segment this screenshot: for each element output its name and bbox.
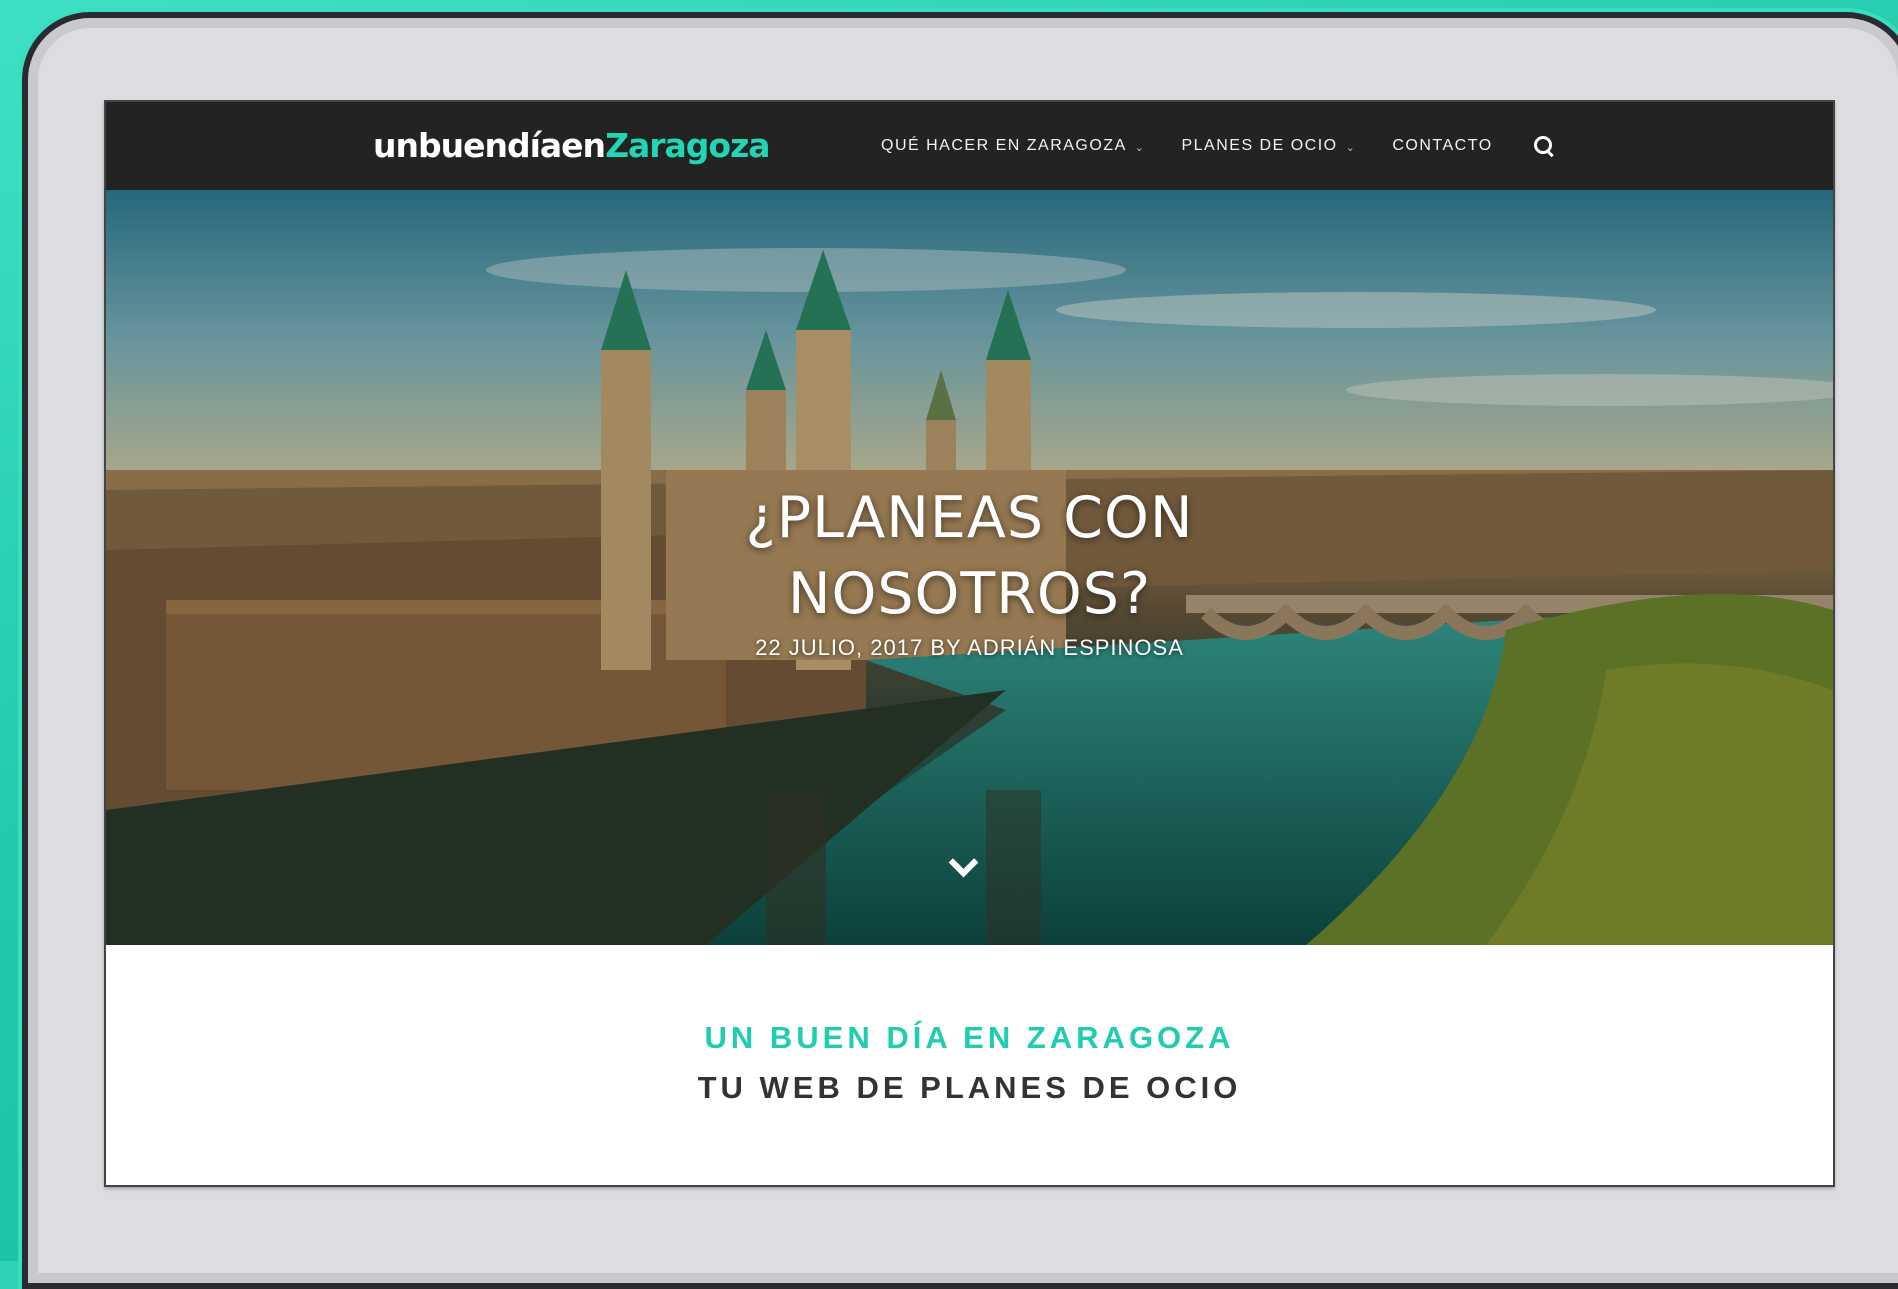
logo-text-primary: unbuendíaen — [373, 126, 606, 165]
chevron-down-icon: ⌄ — [1345, 141, 1357, 154]
site-logo[interactable]: unbuendíaenZaragoza — [373, 124, 771, 168]
nav-item-contacto[interactable]: CONTACTO — [1392, 137, 1492, 155]
browser-screen: unbuendíaenZaragoza QUÉ HACER EN ZARAGOZ… — [104, 100, 1835, 1187]
logo-text-accent: Zaragoza — [605, 126, 771, 165]
nav-item-label: CONTACTO — [1392, 137, 1493, 154]
nav-item-label: PLANES DE OCIO — [1181, 137, 1338, 154]
site-header: unbuendíaenZaragoza QUÉ HACER EN ZARAGOZ… — [106, 102, 1833, 190]
nav-item-que-hacer[interactable]: QUÉ HACER EN ZARAGOZA ⌄ — [881, 137, 1145, 155]
intro-subtitle: TU WEB DE PLANES DE OCIO — [697, 1070, 1242, 1105]
nav-item-planes-de-ocio[interactable]: PLANES DE OCIO ⌄ — [1181, 137, 1356, 155]
hero-banner: ¿PLANEAS CON NOSOTROS? 22 JULIO, 2017 BY… — [106, 190, 1833, 945]
intro-title: UN BUEN DÍA EN ZARAGOZA — [704, 1020, 1235, 1055]
chevron-down-icon: ⌄ — [1134, 141, 1146, 154]
hero-title-line2: NOSOTROS? — [787, 561, 1152, 627]
nav-item-label: QUÉ HACER EN ZARAGOZA — [881, 137, 1127, 154]
chevron-down-icon[interactable] — [948, 847, 979, 880]
main-nav: QUÉ HACER EN ZARAGOZA ⌄ PLANES DE OCIO ⌄… — [881, 102, 1555, 190]
hero-post-meta: 22 JULIO, 2017 BY ADRIÁN ESPINOSA — [755, 635, 1184, 660]
search-icon[interactable] — [1533, 135, 1555, 158]
hero-title-line1: ¿PLANEAS CON — [745, 485, 1194, 551]
hero-title: ¿PLANEAS CON NOSOTROS? — [106, 480, 1833, 632]
